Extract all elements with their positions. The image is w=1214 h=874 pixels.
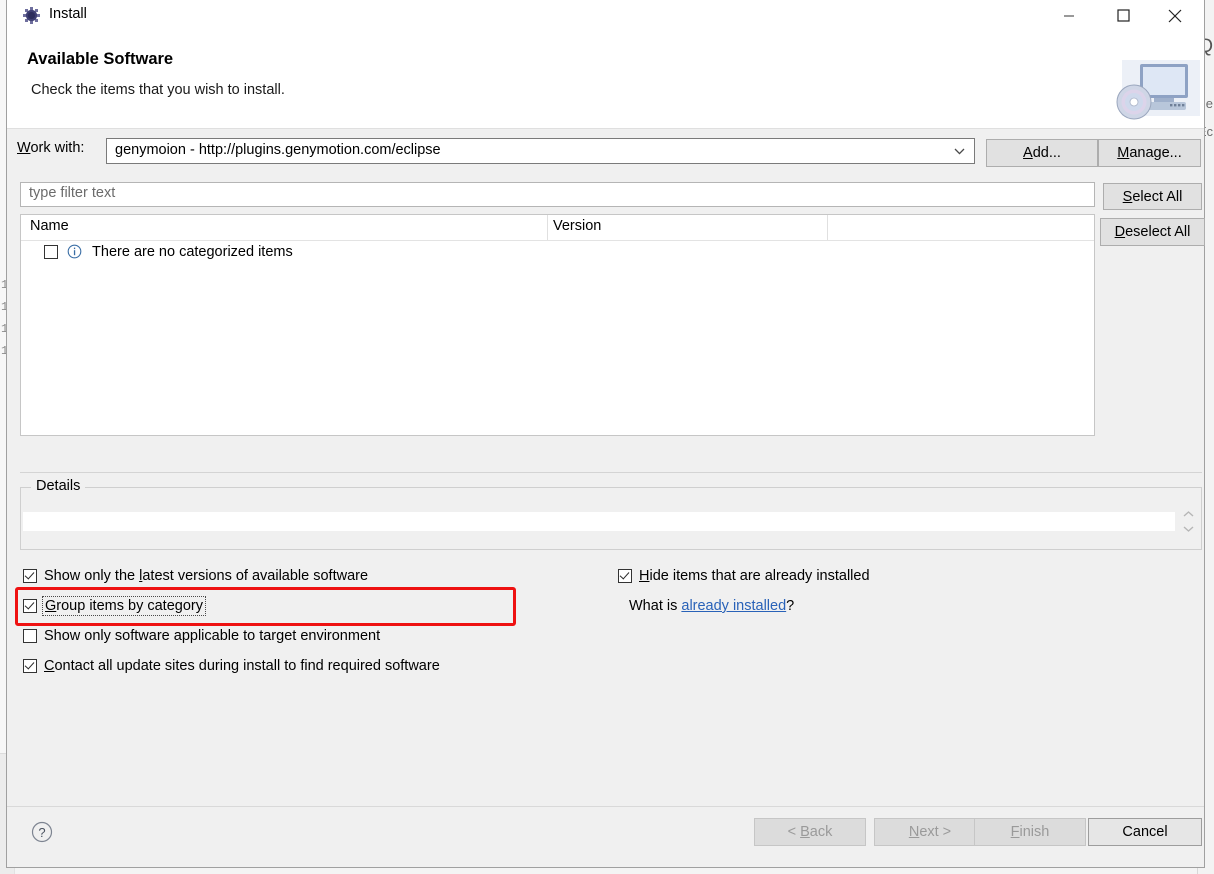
add-button[interactable]: Add... xyxy=(986,139,1098,167)
back-mnemonic: B xyxy=(800,824,810,840)
monitor-cd-icon xyxy=(1104,60,1200,122)
work-with-label: Work with: xyxy=(17,140,84,156)
select-all-mnemonic: S xyxy=(1122,188,1133,205)
details-text[interactable] xyxy=(23,512,1175,531)
finish-mnemonic: F xyxy=(1010,824,1020,840)
show-latest-mnemonic: l xyxy=(139,568,143,584)
work-with-mnemonic: W xyxy=(17,140,31,156)
contact-update-sites-checkbox[interactable] xyxy=(23,659,37,673)
help-button[interactable]: ? xyxy=(27,817,57,847)
already-installed-link[interactable]: already installed xyxy=(681,598,786,614)
deselect-all-mnemonic: D xyxy=(1114,224,1126,240)
hide-installed-label: Hide items that are already installed xyxy=(639,568,870,584)
group-items-by-category-label: Group items by category xyxy=(42,596,206,616)
filter-placeholder: type filter text xyxy=(29,185,116,201)
column-header-version[interactable]: Version xyxy=(553,218,601,234)
show-applicable-label: Show only software applicable to target … xyxy=(44,628,381,644)
maximize-icon[interactable] xyxy=(1100,0,1146,31)
title-bar: Install xyxy=(7,0,1204,32)
add-label-rest: dd... xyxy=(1032,145,1061,161)
group-items-by-category-option[interactable]: Group items by category xyxy=(23,596,206,616)
deselect-all-label-rest: eselect All xyxy=(1125,224,1191,240)
show-applicable-option[interactable]: Show only software applicable to target … xyxy=(23,628,380,644)
chevron-down-icon[interactable] xyxy=(948,139,970,163)
manage-button[interactable]: Manage... xyxy=(1098,139,1201,167)
deselect-all-button[interactable]: Deselect All xyxy=(1100,218,1205,246)
window-title: Install xyxy=(49,6,87,22)
details-group: Details xyxy=(20,478,1202,550)
eclipse-install-icon xyxy=(22,6,41,25)
what-is-prefix: What is xyxy=(629,598,682,614)
info-icon xyxy=(67,244,86,260)
show-latest-versions-label: Show only the latest versions of availab… xyxy=(44,568,369,584)
hide-installed-mnemonic: H xyxy=(639,568,650,584)
install-dialog: Install Available Software Check the ite… xyxy=(6,0,1205,868)
contact-sites-mnemonic: C xyxy=(44,658,55,674)
details-legend: Details xyxy=(31,478,86,494)
close-icon[interactable] xyxy=(1152,0,1198,31)
section-divider xyxy=(20,472,1202,473)
next-button[interactable]: Next > xyxy=(874,818,986,846)
show-latest-versions-checkbox[interactable] xyxy=(23,569,37,583)
cancel-button[interactable]: Cancel xyxy=(1088,818,1202,846)
row-checkbox[interactable] xyxy=(44,245,58,259)
page-subtitle: Check the items that you wish to install… xyxy=(31,82,285,98)
manage-mnemonic: M xyxy=(1117,145,1130,161)
filter-input[interactable]: type filter text xyxy=(20,182,1095,207)
group-items-mnemonic: G xyxy=(45,598,57,614)
row-content: There are no categorized items xyxy=(67,244,293,260)
hide-installed-checkbox[interactable] xyxy=(618,569,632,583)
contact-update-sites-label: Contact all update sites during install … xyxy=(44,658,440,674)
svg-text:?: ? xyxy=(38,825,45,840)
row-name-text: There are no categorized items xyxy=(92,244,293,260)
what-is-suffix: ? xyxy=(786,598,795,614)
manage-label-rest: anage... xyxy=(1129,145,1182,161)
table-row[interactable]: There are no categorized items xyxy=(21,241,293,263)
work-with-label-rest: ork with: xyxy=(30,140,85,156)
work-with-value: genymoion - http://plugins.genymotion.co… xyxy=(115,142,441,158)
finish-button[interactable]: Finish xyxy=(974,818,1086,846)
show-latest-versions-option[interactable]: Show only the latest versions of availab… xyxy=(23,568,368,584)
select-all-label-rest: elect All xyxy=(1132,188,1183,205)
available-software-tree[interactable]: Name Version There are no categorized it… xyxy=(20,214,1095,436)
dialog-header: Available Software Check the items that … xyxy=(7,32,1204,129)
what-is-already-installed: What is already installed? xyxy=(629,598,794,614)
page-title: Available Software xyxy=(27,50,174,68)
group-items-by-category-checkbox[interactable] xyxy=(23,599,37,613)
footer-divider xyxy=(7,806,1204,807)
tree-column-header: Name Version xyxy=(21,215,1094,241)
select-all-button[interactable]: Select All xyxy=(1103,183,1202,210)
show-applicable-checkbox[interactable] xyxy=(23,629,37,643)
up-down-chevron-icon[interactable] xyxy=(1181,511,1195,532)
back-button[interactable]: < Back xyxy=(754,818,866,846)
add-mnemonic: A xyxy=(1023,145,1033,161)
column-divider[interactable] xyxy=(827,215,828,240)
minimize-icon[interactable] xyxy=(1046,0,1092,31)
column-header-name[interactable]: Name xyxy=(30,218,69,234)
hide-installed-option[interactable]: Hide items that are already installed xyxy=(618,568,870,584)
column-divider[interactable] xyxy=(547,215,548,240)
contact-update-sites-option[interactable]: Contact all update sites during install … xyxy=(23,658,440,674)
next-mnemonic: N xyxy=(908,824,920,840)
work-with-combo[interactable]: genymoion - http://plugins.genymotion.co… xyxy=(106,138,975,164)
